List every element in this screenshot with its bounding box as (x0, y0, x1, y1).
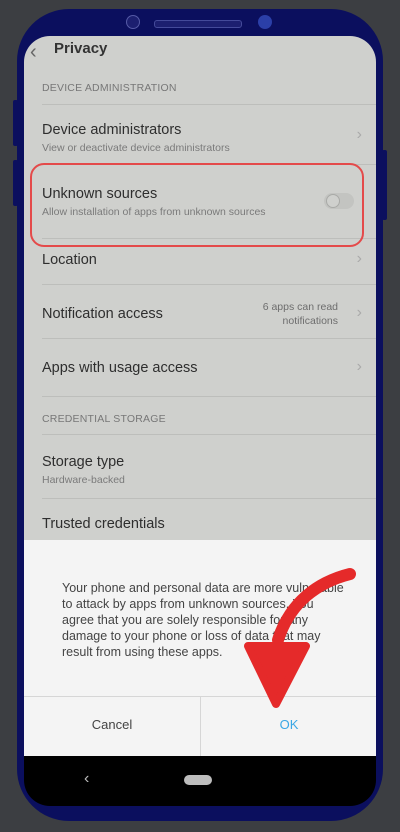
nav-back-icon[interactable]: ‹ (84, 770, 89, 788)
red-arrow-annotation-icon (244, 568, 356, 708)
nav-home-icon[interactable] (184, 775, 212, 785)
android-navigation-bar: ‹ (24, 756, 376, 806)
